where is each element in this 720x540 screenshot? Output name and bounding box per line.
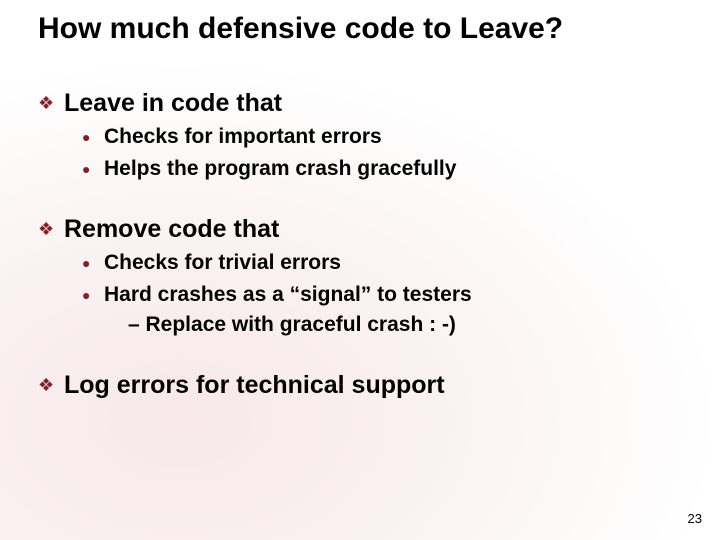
spacer — [38, 338, 680, 356]
dot-icon: ● — [82, 124, 104, 150]
bullet-level1: ❖ Remove code that — [38, 214, 680, 244]
slide-title: How much defensive code to Leave? — [38, 12, 690, 46]
page-number: 23 — [688, 511, 702, 526]
bullet-level2: ● Hard crashes as a “signal” to testers — [82, 282, 680, 308]
dot-icon: ● — [82, 250, 104, 276]
section-heading: Remove code that — [64, 214, 279, 244]
diamond-icon: ❖ — [38, 370, 64, 400]
slide: How much defensive code to Leave? ❖ Leav… — [0, 0, 720, 540]
bullet-level1: ❖ Log errors for technical support — [38, 370, 680, 400]
bullet-level2: ● Checks for important errors — [82, 124, 680, 150]
dot-icon: ● — [82, 156, 104, 182]
bullet-subtext: – Replace with graceful crash : -) — [128, 312, 456, 338]
bullet-level3: – Replace with graceful crash : -) — [128, 312, 680, 338]
bullet-text: Checks for trivial errors — [104, 250, 341, 276]
dot-icon: ● — [82, 282, 104, 308]
bullet-text: Checks for important errors — [104, 124, 382, 150]
bullet-level2: ● Checks for trivial errors — [82, 250, 680, 276]
bullet-level1: ❖ Leave in code that — [38, 88, 680, 118]
bullet-text: Helps the program crash gracefully — [104, 156, 456, 182]
bullet-level2: ● Helps the program crash gracefully — [82, 156, 680, 182]
section-heading: Log errors for technical support — [64, 370, 445, 400]
bullet-text: Hard crashes as a “signal” to testers — [104, 282, 472, 308]
diamond-icon: ❖ — [38, 214, 64, 244]
section-heading: Leave in code that — [64, 88, 282, 118]
slide-body: ❖ Leave in code that ● Checks for import… — [38, 74, 680, 404]
spacer — [38, 182, 680, 200]
diamond-icon: ❖ — [38, 88, 64, 118]
